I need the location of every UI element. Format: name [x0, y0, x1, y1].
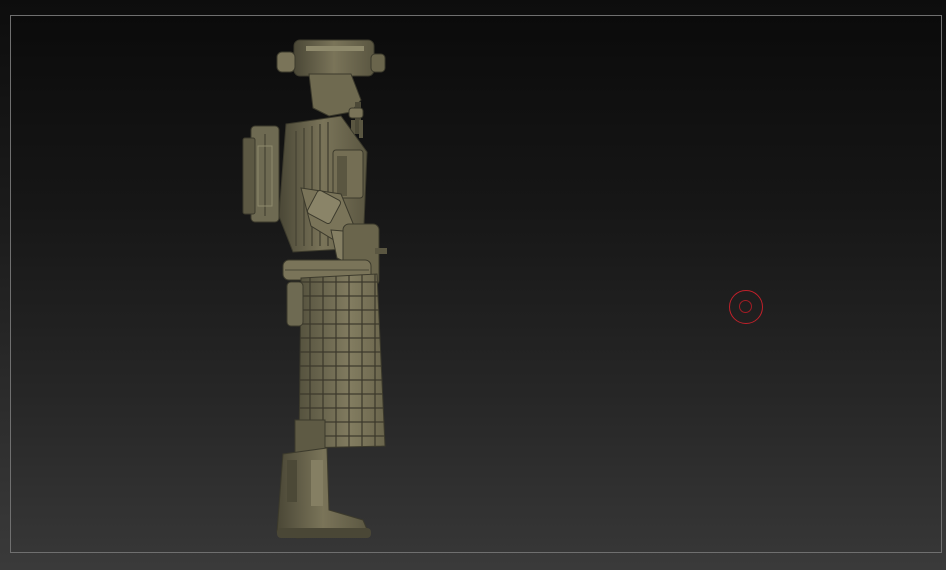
- brush-inner-ring: [739, 300, 752, 313]
- canvas-viewport[interactable]: [10, 15, 942, 553]
- sculpt-model[interactable]: [11, 16, 942, 553]
- backpack: [242, 125, 280, 223]
- app-window: [0, 0, 946, 570]
- brush-circle-icon: [729, 290, 763, 324]
